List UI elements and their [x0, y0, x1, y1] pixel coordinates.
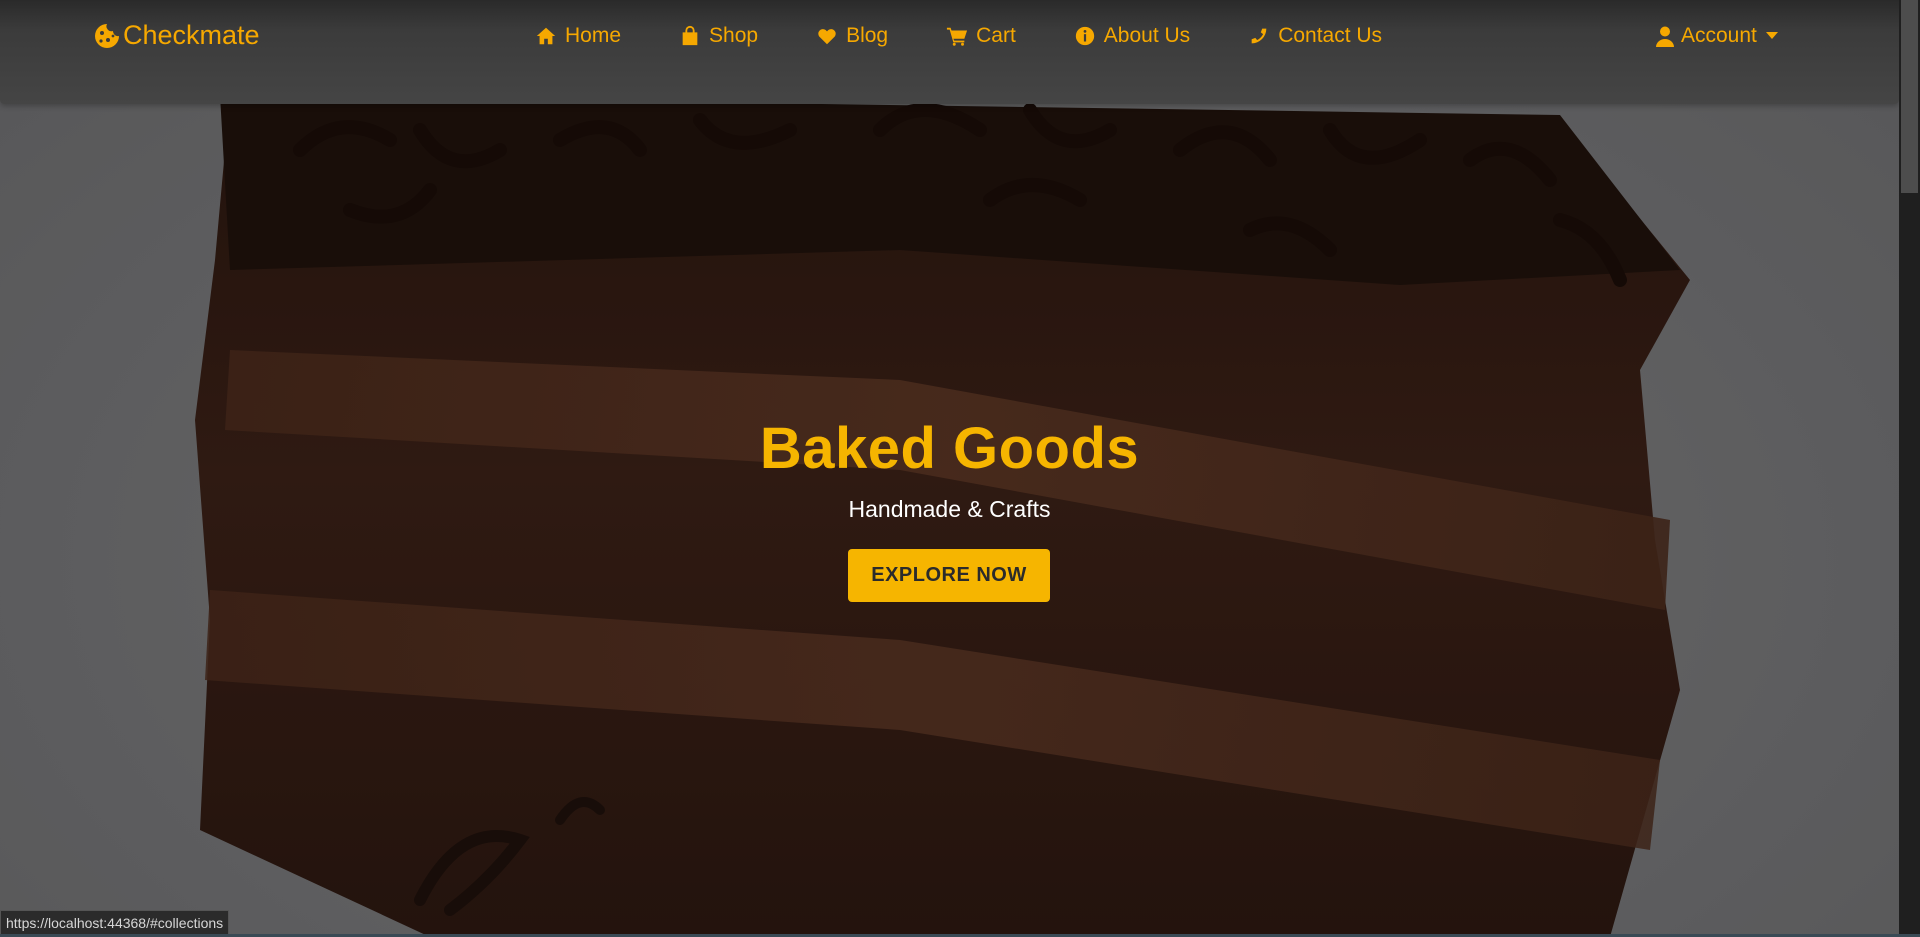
nav-item-blog[interactable]: Blog — [816, 24, 888, 48]
nav-item-label: Contact Us — [1278, 24, 1383, 47]
explore-now-button[interactable]: EXPLORE NOW — [848, 549, 1050, 602]
shopping-bag-icon — [682, 25, 698, 46]
page: Checkmate Home Shop Blog Cart About Us C… — [0, 0, 1920, 937]
nav-item-home[interactable]: Home — [535, 24, 621, 48]
brand-logo-link[interactable]: Checkmate — [93, 20, 260, 51]
account-label: Account — [1681, 24, 1757, 47]
vertical-scrollbar[interactable] — [1899, 0, 1920, 937]
info-circle-icon — [1075, 26, 1094, 46]
nav-item-label: Shop — [709, 24, 759, 47]
status-bar-url: https://localhost:44368/#collections — [0, 910, 230, 936]
nav-item-about[interactable]: About Us — [1074, 24, 1190, 48]
nav-item-cart[interactable]: Cart — [946, 24, 1016, 48]
heart-icon — [818, 29, 836, 45]
nav-item-contact[interactable]: Contact Us — [1248, 24, 1382, 48]
account-dropdown[interactable]: Account — [1656, 24, 1778, 48]
chevron-down-icon — [1765, 32, 1778, 39]
scrollbar-thumb[interactable] — [1901, 0, 1918, 193]
nav-item-label: About Us — [1103, 24, 1191, 47]
home-icon — [536, 27, 556, 45]
nav-item-label: Home — [565, 24, 622, 47]
hero-subtitle: Handmade & Crafts — [848, 496, 1051, 522]
nav-item-shop[interactable]: Shop — [679, 24, 758, 48]
phone-icon — [1251, 28, 1267, 44]
cart-icon — [947, 27, 968, 46]
main-nav: Home Shop Blog Cart About Us Contact Us — [535, 24, 1440, 48]
brand-name: Checkmate — [123, 20, 260, 50]
hero-title: Baked Goods — [759, 416, 1140, 481]
nav-item-label: Blog — [846, 24, 889, 47]
nav-item-label: Cart — [976, 24, 1016, 47]
user-icon — [1656, 26, 1674, 47]
top-navbar: Checkmate Home Shop Blog Cart About Us C… — [0, 0, 1899, 104]
cookie-icon — [95, 23, 119, 48]
